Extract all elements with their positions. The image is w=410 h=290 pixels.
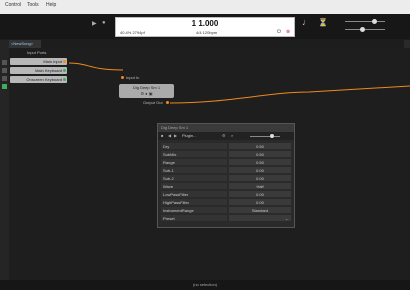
- param-row[interactable]: Range 0.50: [161, 159, 291, 166]
- plugin-volume-knob[interactable]: [270, 134, 274, 138]
- param-row[interactable]: Sub-1 0.00: [161, 167, 291, 174]
- settings-icon[interactable]: ⚙: [222, 133, 226, 138]
- param-row[interactable]: Wave Half: [161, 183, 291, 190]
- transport-time: 1 1.000: [191, 19, 219, 28]
- wire-output: [169, 85, 410, 104]
- volume-slider[interactable]: [345, 21, 385, 22]
- plugin-node[interactable]: Dig Deep Sm 1 ⚙ ● ▣: [119, 84, 174, 98]
- plugin-volume-slider[interactable]: [250, 136, 280, 137]
- node-output-label: Output Out: [143, 100, 163, 105]
- param-row[interactable]: InstrumentRange Standard: [161, 207, 291, 214]
- param-row[interactable]: Preset ⌄: [161, 215, 291, 222]
- zoom-icon[interactable]: ⌕: [231, 133, 233, 138]
- param-row[interactable]: Sub-2 0.00: [161, 175, 291, 182]
- status-bar: (no selection): [0, 280, 410, 290]
- record-icon[interactable]: ●: [102, 20, 106, 26]
- port-main-keyboard[interactable]: Main Keyboard: [10, 67, 67, 74]
- param-row[interactable]: Dry 0.50: [161, 143, 291, 150]
- sidebar-button[interactable]: [2, 60, 7, 65]
- menu-tools[interactable]: Tools: [27, 2, 39, 8]
- plugin-toolbar: ■ ◀ ▶ Plugin... ⚙ ⌕: [158, 132, 294, 140]
- param-row[interactable]: LowPassFilter 0.00: [161, 191, 291, 198]
- menu-bar: Control Tools Help: [0, 0, 410, 14]
- metronome-note-icon[interactable]: ♩: [302, 17, 311, 27]
- sidebar-button[interactable]: [2, 84, 7, 89]
- transport-display: 1 1.000 40.4% 2794pf 4/4 120bpm ⏻ ⊗: [115, 17, 295, 37]
- plugin-window: Dig Deep Sm 1 ■ ◀ ▶ Plugin... ⚙ ⌕ Dry 0.5…: [157, 123, 295, 228]
- next-preset-icon[interactable]: ▶: [174, 133, 177, 138]
- port-onscreen-keyboard[interactable]: Onscreen Keyboard: [10, 76, 67, 83]
- menu-control[interactable]: Control: [5, 2, 21, 8]
- time-signature: 4/4 120bpm: [196, 30, 218, 35]
- left-sidebar: [0, 40, 9, 290]
- node-input-label: Input In: [126, 75, 140, 80]
- sidebar-button[interactable]: [2, 76, 7, 81]
- node-controls[interactable]: ⚙ ● ▣: [119, 91, 174, 96]
- param-row[interactable]: SubMix 0.50: [161, 151, 291, 158]
- input-ports-label: Input Ports: [27, 50, 47, 55]
- bypass-icon[interactable]: ■: [161, 133, 163, 138]
- wire-main-input: [68, 62, 124, 71]
- pan-slider[interactable]: [345, 29, 385, 30]
- pin-onscreen-keyboard[interactable]: [63, 78, 66, 81]
- pin-main-input[interactable]: [63, 60, 66, 63]
- stop-icon[interactable]: ⊗: [286, 29, 290, 35]
- cpu-readout: 40.4% 2794pf: [120, 30, 145, 35]
- sidebar-button[interactable]: [2, 68, 7, 73]
- param-row[interactable]: HighPassFilter 0.00: [161, 199, 291, 206]
- node-title: Dig Deep Sm 1: [132, 85, 161, 90]
- prev-preset-icon[interactable]: ◀: [168, 133, 171, 138]
- plugin-menu-button[interactable]: Plugin...: [182, 133, 196, 138]
- volume-slider-knob[interactable]: [372, 19, 377, 24]
- pin-main-keyboard[interactable]: [63, 69, 66, 72]
- port-main-input[interactable]: Main Input: [10, 58, 67, 65]
- metronome-icon[interactable]: ⏳: [318, 18, 328, 27]
- panic-icon[interactable]: ⏻: [277, 29, 281, 35]
- pan-slider-knob[interactable]: [360, 27, 365, 32]
- play-icon[interactable]: ▶: [92, 20, 97, 27]
- node-input-pin[interactable]: [121, 76, 124, 79]
- plugin-window-title: Dig Deep Sm 1: [158, 124, 294, 132]
- node-output-pin[interactable]: [166, 101, 169, 104]
- menu-help[interactable]: Help: [46, 2, 56, 8]
- chevron-down-icon[interactable]: ⌄: [285, 215, 288, 222]
- breadcrumb[interactable]: <NewSong>: [9, 40, 41, 48]
